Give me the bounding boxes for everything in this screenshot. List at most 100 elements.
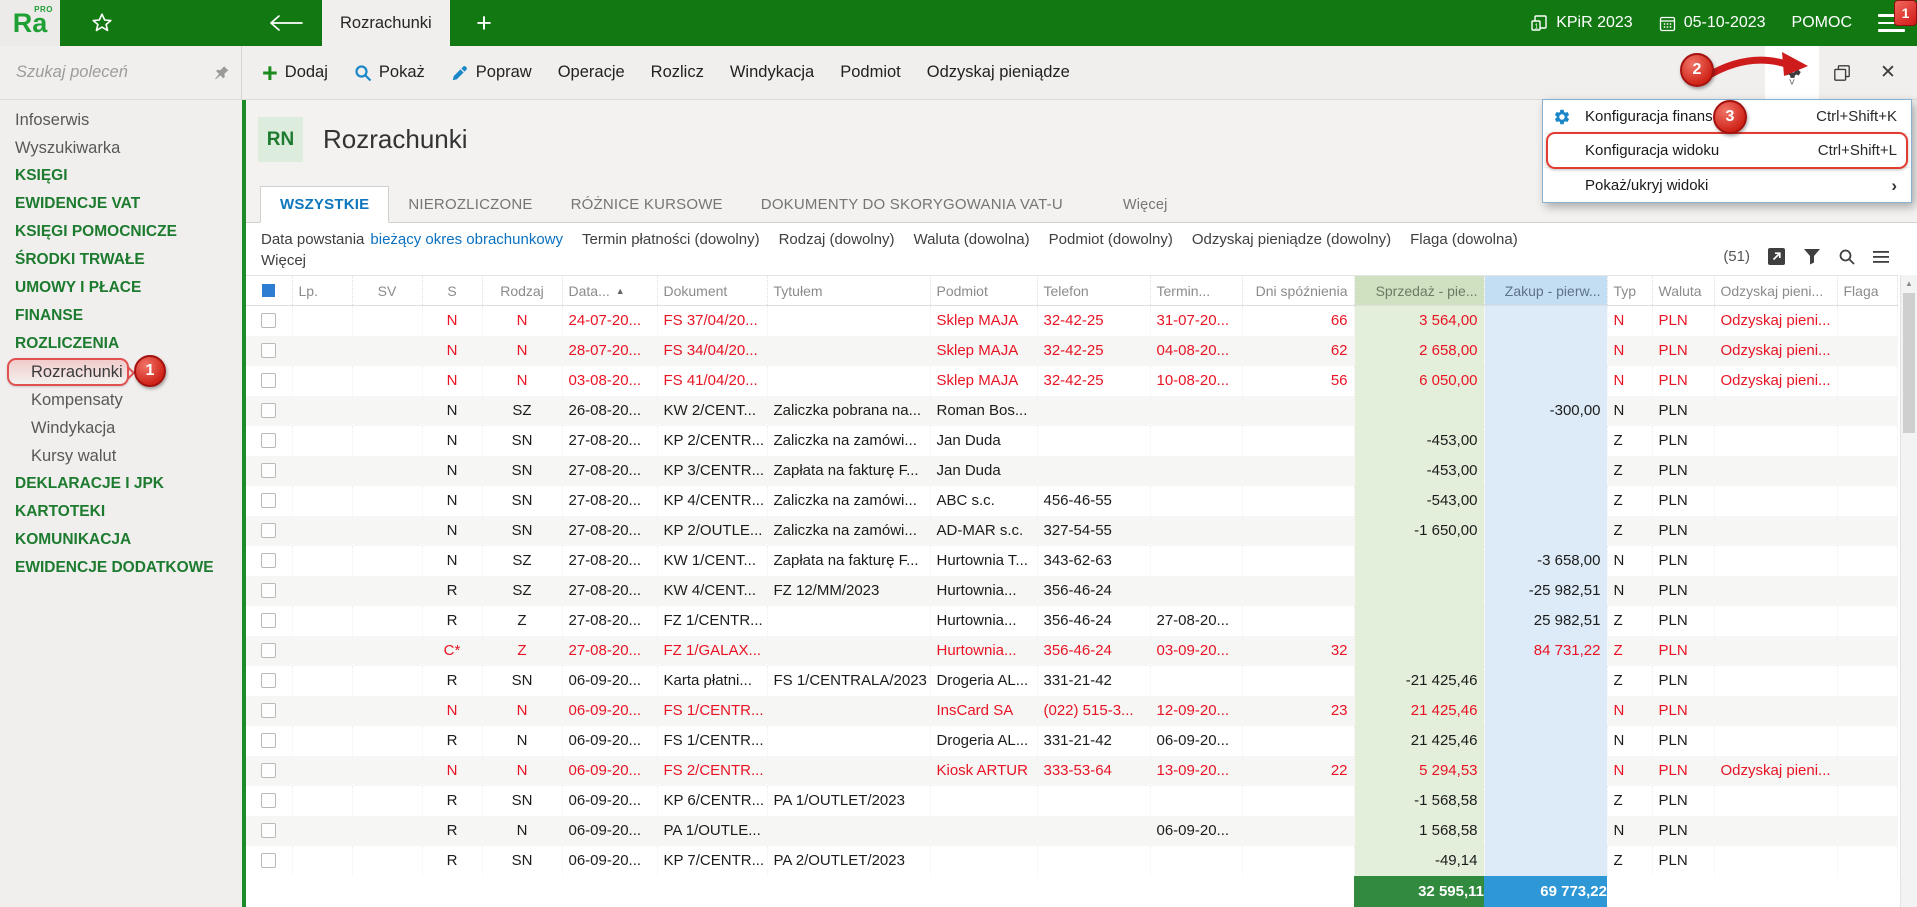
back-arrow-icon[interactable] — [268, 13, 304, 38]
sidebar-item-deklaracje-i-jpk[interactable]: DEKLARACJE I JPK — [0, 470, 242, 498]
restore-window-button[interactable] — [1819, 46, 1865, 99]
table-row[interactable]: NSN27-08-20...KP 2/CENTR...Zaliczka na z… — [246, 426, 1897, 456]
scrollbar-thumb[interactable] — [1903, 293, 1915, 433]
row-checkbox[interactable] — [261, 853, 276, 868]
search-icon[interactable] — [1838, 248, 1856, 266]
filter-rodzaj-dowolny[interactable]: Rodzaj (dowolny) — [779, 231, 895, 248]
sidebar-item-ewidencje-vat[interactable]: EWIDENCJE VAT — [0, 190, 242, 218]
command-search[interactable]: Szukaj poleceń — [0, 46, 242, 99]
table-row[interactable]: NN24-07-20...FS 37/04/20...Sklep MAJA32-… — [246, 306, 1897, 336]
table-row[interactable]: NSN27-08-20...KP 4/CENTR...Zaliczka na z… — [246, 486, 1897, 516]
table-row[interactable]: RSZ27-08-20...KW 4/CENT...FZ 12/MM/2023H… — [246, 576, 1897, 606]
table-row[interactable]: RSN06-09-20...Karta płatni...FS 1/CENTRA… — [246, 666, 1897, 696]
column-header-typ[interactable]: Typ — [1607, 276, 1652, 306]
column-header-sv[interactable]: SV — [352, 276, 422, 306]
sidebar-item-księgi[interactable]: KSIĘGI — [0, 162, 242, 190]
table-row[interactable]: NSZ26-08-20...KW 2/CENT...Zaliczka pobra… — [246, 396, 1897, 426]
column-header-telefon[interactable]: Telefon — [1037, 276, 1150, 306]
row-checkbox[interactable] — [261, 523, 276, 538]
favorites-star-icon[interactable] — [90, 11, 114, 35]
table-row[interactable]: NN03-08-20...FS 41/04/20...Sklep MAJA32-… — [246, 366, 1897, 396]
recover-money-link[interactable]: Odzyskaj pieni... — [1714, 336, 1837, 366]
sidebar-item-środki-trwałe[interactable]: ŚRODKI TRWAŁE — [0, 246, 242, 274]
close-window-button[interactable]: ✕ — [1865, 46, 1911, 99]
filter-value[interactable]: bieżący okres obrachunkowy — [370, 231, 563, 248]
menu-item-pokaz-ukryj-widoki[interactable]: Pokaż/ukryj widoki › — [1543, 168, 1911, 202]
row-checkbox[interactable] — [261, 793, 276, 808]
filter-termin-płatności-dowolny[interactable]: Termin płatności (dowolny) — [582, 231, 760, 248]
table-row[interactable]: NN06-09-20...FS 1/CENTR...InsCard SA(022… — [246, 696, 1897, 726]
row-checkbox[interactable] — [261, 373, 276, 388]
filter-odzyskaj-pieniądze-dowolny[interactable]: Odzyskaj pieniądze (dowolny) — [1192, 231, 1391, 248]
sidebar-item-kursy-walut[interactable]: Kursy walut — [0, 442, 242, 470]
filter-waluta-dowolna[interactable]: Waluta (dowolna) — [913, 231, 1029, 248]
sidebar-item-finanse[interactable]: FINANSE — [0, 302, 242, 330]
new-tab-button[interactable]: + — [462, 0, 506, 46]
list-menu-icon[interactable] — [1873, 251, 1889, 263]
help-menu[interactable]: POMOC — [1792, 14, 1852, 32]
period-selector[interactable]: 1 KPiR 2023 — [1530, 14, 1633, 32]
row-checkbox[interactable] — [261, 703, 276, 718]
select-all-checkbox[interactable] — [262, 284, 275, 297]
menu-item-konfiguracja-widoku[interactable]: Konfiguracja widoku Ctrl+Shift+L — [1543, 134, 1911, 168]
toolbar-button-popraw[interactable]: Popraw — [451, 63, 532, 82]
table-row[interactable]: RN06-09-20...PA 1/OUTLE...06-09-20...1 5… — [246, 816, 1897, 846]
filter-data-powstania[interactable]: Data powstaniabieżący okres obrachunkowy — [261, 231, 563, 248]
window-tab-rozrachunki[interactable]: Rozrachunki — [322, 0, 450, 46]
sidebar-item-rozliczenia[interactable]: ROZLICZENIA — [0, 330, 242, 358]
table-row[interactable]: RSN06-09-20...KP 6/CENTR...PA 1/OUTLET/2… — [246, 786, 1897, 816]
export-icon[interactable] — [1767, 247, 1786, 266]
date-selector[interactable]: 05-10-2023 — [1659, 14, 1766, 32]
table-row[interactable]: RZ27-08-20...FZ 1/CENTR...Hurtownia...35… — [246, 606, 1897, 636]
column-header-data[interactable]: Data...▲ — [562, 276, 657, 306]
toolbar-button-pokaż[interactable]: Pokaż — [354, 63, 425, 82]
toolbar-button-rozlicz[interactable]: Rozlicz — [651, 63, 704, 82]
table-row[interactable]: NN28-07-20...FS 34/04/20...Sklep MAJA32-… — [246, 336, 1897, 366]
column-header-rodzaj[interactable]: Rodzaj — [482, 276, 562, 306]
sidebar-item-ewidencje-dodatkowe[interactable]: EWIDENCJE DODATKOWE — [0, 554, 242, 582]
sidebar-item-księgi-pomocnicze[interactable]: KSIĘGI POMOCNICZE — [0, 218, 242, 246]
tab-dokumenty-do-skorygowania-vat-u[interactable]: DOKUMENTY DO SKORYGOWANIA VAT-U — [742, 187, 1082, 222]
filters-more-link[interactable]: Więcej — [246, 248, 1917, 269]
table-row[interactable]: NSZ27-08-20...KW 1/CENT...Zapłata na fak… — [246, 546, 1897, 576]
row-checkbox[interactable] — [261, 313, 276, 328]
filter-podmiot-dowolny[interactable]: Podmiot (dowolny) — [1049, 231, 1173, 248]
tab-nierozliczone[interactable]: NIEROZLICZONE — [389, 187, 551, 222]
app-logo[interactable]: Ra PRO — [0, 0, 60, 46]
tab-więcej[interactable]: Więcej — [1104, 188, 1187, 222]
row-checkbox[interactable] — [261, 463, 276, 478]
row-checkbox[interactable] — [261, 433, 276, 448]
recover-money-link[interactable]: Odzyskaj pieni... — [1714, 756, 1837, 786]
row-checkbox[interactable] — [261, 733, 276, 748]
sidebar-item-windykacja[interactable]: Windykacja — [0, 414, 242, 442]
recover-money-link[interactable]: Odzyskaj pieni... — [1714, 366, 1837, 396]
table-row[interactable]: NSN27-08-20...KP 2/OUTLE...Zaliczka na z… — [246, 516, 1897, 546]
sidebar-item-infoserwis[interactable]: Infoserwis — [0, 106, 242, 134]
column-header-zakup[interactable]: Zakup - pierw... — [1484, 276, 1607, 306]
tab-wszystkie[interactable]: WSZYSTKIE — [260, 186, 389, 223]
sidebar-item-umowy-i-płace[interactable]: UMOWY I PŁACE — [0, 274, 242, 302]
vertical-scrollbar[interactable]: ▲ — [1900, 275, 1917, 907]
tab-różnice-kursowe[interactable]: RÓŻNICE KURSOWE — [552, 187, 742, 222]
recover-money-link[interactable]: Odzyskaj pieni... — [1714, 306, 1837, 336]
row-checkbox[interactable] — [261, 343, 276, 358]
column-header-waluta[interactable]: Waluta — [1652, 276, 1714, 306]
row-checkbox[interactable] — [261, 763, 276, 778]
row-checkbox[interactable] — [261, 643, 276, 658]
toolbar-button-odzyskaj-pieniądze[interactable]: Odzyskaj pieniądze — [927, 63, 1070, 82]
column-header-tytulem[interactable]: Tytułem — [767, 276, 930, 306]
sidebar-item-komunikacja[interactable]: KOMUNIKACJA — [0, 526, 242, 554]
column-header-lp[interactable]: Lp. — [292, 276, 352, 306]
toolbar-button-dodaj[interactable]: +Dodaj — [262, 63, 328, 82]
row-checkbox[interactable] — [261, 673, 276, 688]
column-header-select-all[interactable] — [246, 276, 292, 306]
table-row[interactable]: NSN27-08-20...KP 3/CENTR...Zapłata na fa… — [246, 456, 1897, 486]
column-header-dni[interactable]: Dni spóźnienia — [1242, 276, 1354, 306]
toolbar-button-podmiot[interactable]: Podmiot — [840, 63, 901, 82]
column-header-podmiot[interactable]: Podmiot — [930, 276, 1037, 306]
column-header-flaga[interactable]: Flaga — [1837, 276, 1897, 306]
filter-funnel-icon[interactable] — [1803, 248, 1821, 265]
table-row[interactable]: RSN06-09-20...KP 7/CENTR...PA 2/OUTLET/2… — [246, 846, 1897, 876]
sidebar-item-kartoteki[interactable]: KARTOTEKI — [0, 498, 242, 526]
table-row[interactable]: RN06-09-20...FS 1/CENTR...Drogeria AL...… — [246, 726, 1897, 756]
